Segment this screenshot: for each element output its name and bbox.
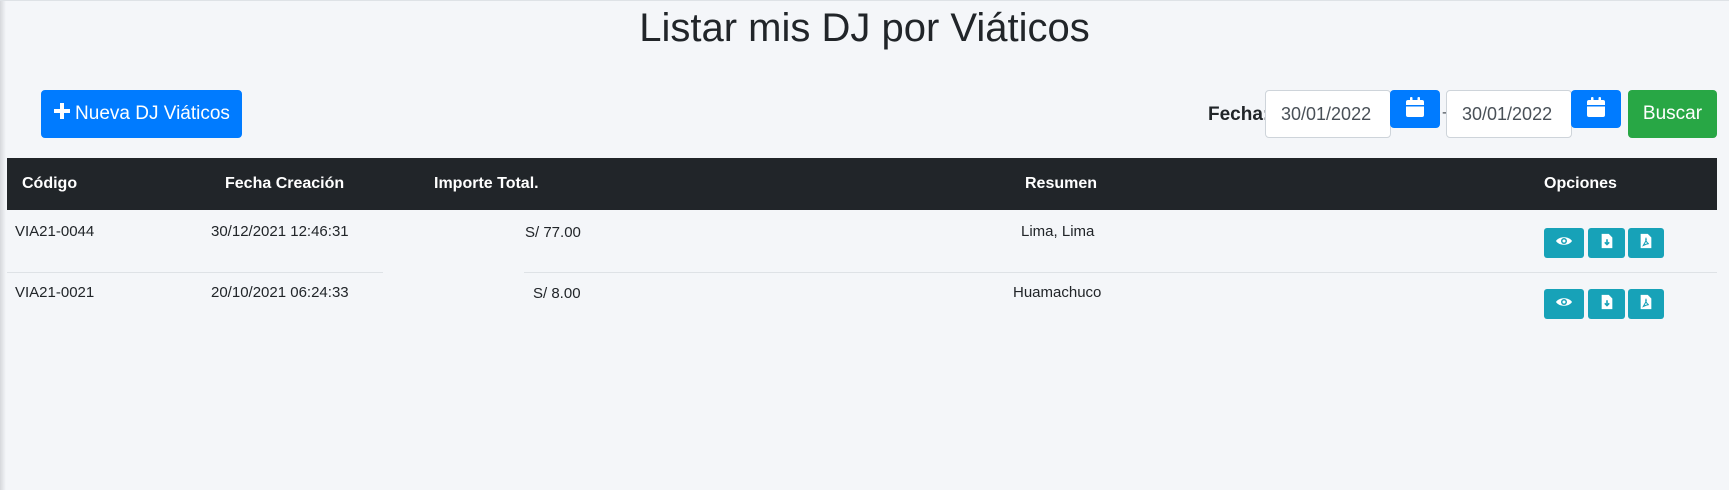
view-button[interactable] bbox=[1544, 289, 1584, 319]
table-header: Código Fecha Creación Importe Total. Res… bbox=[7, 158, 1717, 210]
date-label: Fecha: bbox=[1208, 104, 1270, 125]
page-edge-shadow bbox=[0, 0, 6, 490]
header-codigo: Código bbox=[22, 175, 78, 192]
top-divider bbox=[0, 0, 1729, 1]
file-pdf-icon bbox=[1637, 294, 1655, 315]
date-to-input[interactable]: 30/01/2022 bbox=[1446, 90, 1572, 138]
cell-resumen: Lima, Lima bbox=[1021, 223, 1095, 240]
calendar-icon bbox=[1586, 96, 1606, 123]
pdf-button[interactable] bbox=[1628, 228, 1664, 258]
cell-codigo: VIA21-0021 bbox=[15, 284, 95, 301]
date-to-calendar-button[interactable] bbox=[1571, 90, 1621, 128]
calendar-icon bbox=[1405, 96, 1425, 123]
new-dj-viaticos-button[interactable]: Nueva DJ Viáticos bbox=[41, 90, 242, 138]
date-from-input[interactable]: 30/01/2022 bbox=[1265, 90, 1391, 138]
eye-icon bbox=[1555, 233, 1573, 254]
date-from-calendar-button[interactable] bbox=[1390, 90, 1440, 128]
cell-fecha: 20/10/2021 06:24:33 bbox=[211, 284, 349, 301]
file-download-icon bbox=[1598, 294, 1616, 315]
header-opciones: Opciones bbox=[1544, 175, 1617, 192]
file-pdf-icon bbox=[1637, 233, 1655, 254]
cell-codigo: VIA21-0044 bbox=[15, 223, 95, 240]
search-button[interactable]: Buscar bbox=[1628, 90, 1717, 138]
row-divider bbox=[524, 272, 1717, 273]
header-resumen: Resumen bbox=[1025, 175, 1098, 192]
cell-importe: S/ 8.00 bbox=[533, 285, 581, 302]
file-download-icon bbox=[1598, 233, 1616, 254]
view-button[interactable] bbox=[1544, 228, 1584, 258]
plus-icon bbox=[53, 102, 71, 126]
cell-resumen: Huamachuco bbox=[1013, 284, 1102, 301]
cell-importe: S/ 77.00 bbox=[525, 224, 581, 241]
header-importe-total: Importe Total. bbox=[434, 175, 539, 192]
download-button[interactable] bbox=[1588, 228, 1625, 258]
download-button[interactable] bbox=[1588, 289, 1625, 319]
header-fecha-creacion: Fecha Creación bbox=[225, 175, 345, 192]
pdf-button[interactable] bbox=[1628, 289, 1664, 319]
new-dj-viaticos-label: Nueva DJ Viáticos bbox=[75, 103, 230, 124]
row-divider bbox=[7, 272, 383, 273]
eye-icon bbox=[1555, 294, 1573, 315]
page-title: Listar mis DJ por Viáticos bbox=[639, 6, 1090, 50]
cell-fecha: 30/12/2021 12:46:31 bbox=[211, 223, 349, 240]
